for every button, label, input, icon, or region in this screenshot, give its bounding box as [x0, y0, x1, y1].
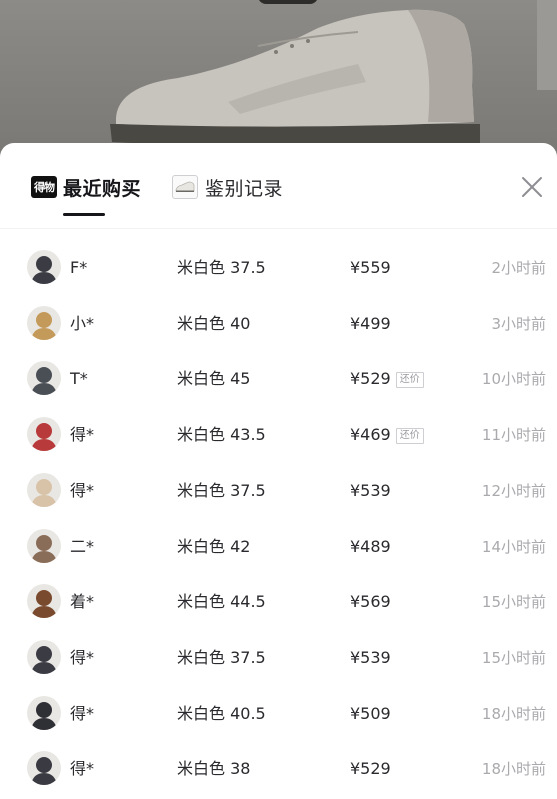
buyer-name: T*	[70, 369, 88, 389]
avatar	[27, 639, 61, 674]
list-item[interactable]: 得* 米白色 37.5 ¥539 15小时前	[0, 630, 557, 686]
price: ¥569	[350, 574, 391, 630]
price-value: ¥569	[350, 592, 391, 612]
price: ¥499	[350, 296, 391, 352]
list-item[interactable]: 二* 米白色 42 ¥489 14小时前	[0, 519, 557, 575]
avatar	[27, 305, 61, 340]
tab-label: 鉴别记录	[205, 177, 284, 200]
purchase-time: 3小时前	[491, 314, 546, 333]
price-value: ¥529	[350, 369, 391, 389]
color-size-spec: 米白色 37.5	[177, 480, 266, 500]
purchase-time: 18小时前	[481, 760, 546, 779]
buyer-name: 小*	[70, 313, 95, 333]
avatar	[27, 751, 61, 786]
price: ¥489	[350, 519, 391, 575]
avatar	[27, 472, 61, 507]
tab-label: 最近购买	[63, 177, 142, 200]
purchase-time: 12小时前	[481, 481, 546, 500]
color-size-spec: 米白色 45	[177, 369, 251, 389]
list-item[interactable]: 得* 米白色 38 ¥529 18小时前	[0, 741, 557, 797]
avatar	[27, 361, 61, 396]
price-value: ¥509	[350, 703, 391, 723]
price-value: ¥539	[350, 647, 391, 667]
shoe-thumbnail-icon	[172, 175, 198, 199]
purchase-time: 14小时前	[481, 537, 546, 556]
price-value: ¥559	[350, 258, 391, 277]
price-value: ¥499	[350, 313, 391, 333]
price: ¥539	[350, 630, 391, 686]
purchase-time: 10小时前	[481, 370, 546, 389]
sneaker-product-image	[110, 9, 480, 148]
buyer-name: 得*	[70, 703, 95, 723]
purchase-records-panel: 得物 最近购买 鉴别记录 F* 米白色 37.5 ¥559 2小时前小* 米白色 40 ¥…	[0, 143, 557, 799]
list-item[interactable]: 着* 米白色 44.5 ¥569 15小时前	[0, 574, 557, 630]
buyer-name: 着*	[70, 592, 95, 612]
color-size-spec: 米白色 37.5	[177, 258, 266, 277]
color-size-spec: 米白色 38	[177, 759, 251, 779]
price: ¥539	[350, 463, 391, 519]
list-item[interactable]: T* 米白色 45 ¥529 还价 10小时前	[0, 351, 557, 407]
buyer-name: 得*	[70, 647, 95, 667]
purchase-time: 2小时前	[491, 259, 546, 277]
buyer-name: F*	[70, 258, 88, 277]
haggle-badge: 还价	[395, 372, 424, 389]
purchase-time: 15小时前	[481, 648, 546, 667]
price-value: ¥539	[350, 480, 391, 500]
avatar	[27, 528, 61, 563]
buyer-name: 得*	[70, 425, 95, 445]
buyer-name: 得*	[70, 480, 95, 500]
tab-authentication-records[interactable]: 鉴别记录	[172, 174, 283, 200]
avatar	[27, 584, 61, 619]
price: ¥469 还价	[350, 407, 424, 463]
color-size-spec: 米白色 37.5	[177, 647, 266, 667]
avatar	[27, 250, 61, 284]
price: ¥529	[350, 741, 391, 797]
color-size-spec: 米白色 42	[177, 536, 251, 556]
close-button[interactable]	[521, 176, 543, 198]
product-image-backdrop	[0, 0, 557, 160]
color-size-spec: 米白色 40	[177, 313, 251, 333]
tab-bar: 得物 最近购买 鉴别记录	[0, 143, 557, 229]
price-value: ¥469	[350, 425, 391, 445]
price: ¥529 还价	[350, 351, 424, 407]
haggle-badge: 还价	[395, 428, 424, 445]
list-item[interactable]: 小* 米白色 40 ¥499 3小时前	[0, 296, 557, 352]
avatar	[27, 417, 61, 452]
purchase-time: 15小时前	[481, 593, 546, 612]
price-value: ¥489	[350, 536, 391, 556]
list-item[interactable]: F* 米白色 37.5 ¥559 2小时前	[0, 240, 557, 296]
active-tab-indicator	[63, 213, 105, 216]
price-value: ¥529	[350, 759, 391, 779]
price: ¥509	[350, 686, 391, 742]
avatar	[27, 695, 61, 730]
purchase-time: 18小时前	[481, 704, 546, 723]
purchase-time: 11小时前	[481, 426, 546, 445]
list-item[interactable]: 得* 米白色 43.5 ¥469 还价 11小时前	[0, 407, 557, 463]
tab-recent-purchases[interactable]: 得物 最近购买	[31, 174, 141, 200]
buyer-name: 二*	[70, 536, 95, 556]
color-size-spec: 米白色 44.5	[177, 592, 266, 612]
price: ¥559	[350, 240, 391, 296]
color-size-spec: 米白色 40.5	[177, 703, 266, 723]
color-size-spec: 米白色 43.5	[177, 425, 266, 445]
list-item[interactable]: 得* 米白色 40.5 ¥509 18小时前	[0, 686, 557, 742]
list-item[interactable]: 得* 米白色 37.5 ¥539 12小时前	[0, 463, 557, 519]
dewu-logo-icon: 得物	[31, 176, 57, 198]
buyer-name: 得*	[70, 759, 95, 779]
close-icon	[522, 177, 542, 197]
